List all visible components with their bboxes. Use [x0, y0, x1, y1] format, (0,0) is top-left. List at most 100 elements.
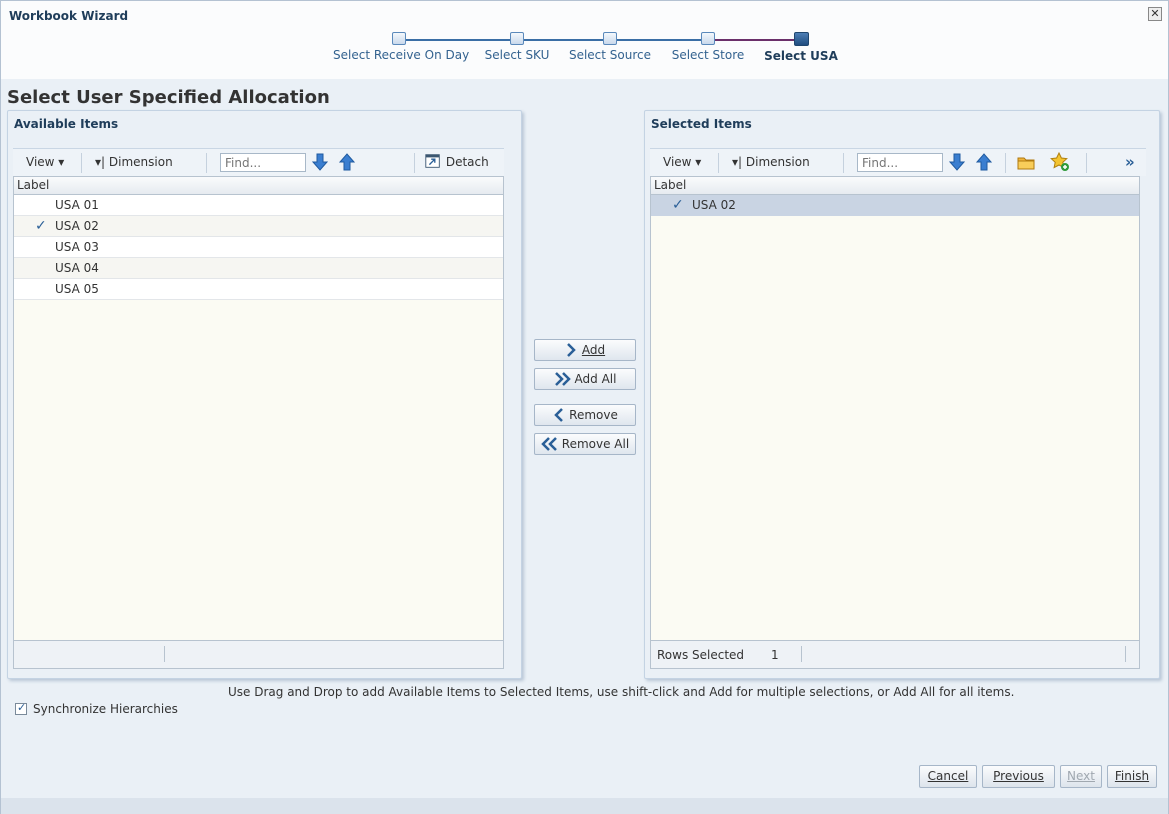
remove-all-label: Remove All	[561, 437, 630, 451]
toolbar-separator	[1005, 153, 1006, 173]
selected-items-panel: Selected Items View ▾ ▾| Dimension »	[644, 110, 1160, 679]
toolbar-separator	[414, 153, 415, 173]
toolbar-separator	[1086, 153, 1087, 173]
cancel-button[interactable]: Cancel	[919, 765, 977, 788]
chevron-left-double-icon	[541, 437, 557, 451]
instruction-text: Use Drag and Drop to add Available Items…	[228, 685, 1015, 699]
table-row[interactable]: USA 05	[14, 279, 503, 300]
next-label: Next	[1067, 769, 1095, 783]
add-label: Add	[581, 343, 606, 357]
dialog-footer-strip	[1, 798, 1168, 814]
remove-all-button[interactable]: Remove All	[534, 433, 636, 455]
workbook-wizard-dialog: Workbook Wizard ✕ Select Receive On Day …	[0, 0, 1169, 814]
selected-rows: ✓ USA 02	[651, 195, 1139, 216]
remove-button[interactable]: Remove	[534, 404, 636, 426]
toolbar-separator	[206, 153, 207, 173]
column-header-label[interactable]: Label	[651, 177, 1139, 195]
row-label: USA 03	[55, 240, 99, 254]
arrow-up-icon[interactable]	[974, 152, 994, 172]
detach-button[interactable]: Detach	[424, 152, 489, 170]
synchronize-hierarchies-checkbox[interactable]	[15, 701, 27, 715]
selected-table-footer: Rows Selected 1	[651, 640, 1139, 668]
dimension-label: Dimension	[745, 155, 810, 169]
selected-toolbar: View ▾ ▾| Dimension »	[650, 148, 1146, 176]
available-rows: USA 01 ✓ USA 02 USA 03 USA 04 USA 05	[14, 195, 503, 300]
wizard-train: Select Receive On Day Select SKU Select …	[1, 29, 1168, 79]
dimension-dropdown-icon: ▾|	[95, 155, 106, 169]
train-stop-label: Select SKU	[484, 48, 550, 62]
folder-icon[interactable]	[1016, 152, 1036, 172]
table-row[interactable]: ✓ USA 02	[651, 195, 1139, 216]
checkmark-icon: ✓	[35, 218, 47, 234]
chevron-right-icon	[566, 343, 576, 357]
available-items-title: Available Items	[14, 117, 119, 131]
view-menu[interactable]: View ▾	[26, 155, 64, 169]
rows-selected-count: 1	[771, 648, 779, 662]
train-stop-label: Select USA	[764, 49, 838, 63]
available-items-table: Label USA 01 ✓ USA 02 USA 03 USA 04 USA 05	[13, 176, 504, 669]
title-bar: Workbook Wizard ✕	[1, 1, 1168, 31]
available-toolbar: View ▾ ▾| Dimension Detach	[13, 148, 504, 176]
find-input[interactable]	[857, 153, 943, 172]
previous-label: Previous	[993, 769, 1044, 783]
detach-label: Detach	[445, 155, 489, 169]
dimension-label: Dimension	[108, 155, 173, 169]
available-items-panel: Available Items View ▾ ▾| Dimension Deta…	[7, 110, 522, 679]
selected-items-table: Label ✓ USA 02 Rows Selected 1	[650, 176, 1140, 669]
synchronize-hierarchies-option[interactable]: Synchronize Hierarchies	[15, 701, 178, 716]
train-stop-icon	[510, 32, 524, 45]
train-stop-current-icon	[793, 32, 809, 46]
train-stop-receive-on-day[interactable]: Select Receive On Day	[333, 29, 470, 62]
dimension-menu[interactable]: ▾| Dimension	[732, 155, 810, 169]
footer-separator	[801, 646, 802, 662]
rows-selected-label: Rows Selected	[657, 648, 745, 662]
next-button: Next	[1060, 765, 1102, 788]
more-icon[interactable]: »	[1125, 153, 1135, 171]
table-row[interactable]: USA 01	[14, 195, 503, 216]
train-stop-icon	[392, 32, 406, 45]
row-label: USA 04	[55, 261, 99, 275]
detach-icon	[425, 154, 440, 168]
finish-button[interactable]: Finish	[1107, 765, 1157, 788]
train-stop-source[interactable]: Select Source	[567, 29, 653, 62]
add-all-label: Add All	[574, 372, 617, 386]
row-label: USA 02	[692, 198, 736, 212]
footer-separator	[164, 646, 165, 662]
chevron-right-double-icon	[554, 372, 571, 386]
arrow-up-icon[interactable]	[337, 152, 357, 172]
column-header-label[interactable]: Label	[14, 177, 503, 195]
chevron-left-icon	[554, 408, 564, 422]
dimension-menu[interactable]: ▾| Dimension	[95, 155, 173, 169]
previous-button[interactable]: Previous	[982, 765, 1055, 788]
view-menu[interactable]: View ▾	[663, 155, 701, 169]
train-stop-icon	[603, 32, 617, 45]
train-stop-label: Select Store	[671, 48, 745, 62]
add-all-button[interactable]: Add All	[534, 368, 636, 390]
row-label: USA 05	[55, 282, 99, 296]
checkmark-icon: ✓	[672, 197, 684, 213]
row-label: USA 02	[55, 219, 99, 233]
toolbar-separator	[81, 153, 82, 173]
train-stop-usa: Select USA	[763, 29, 839, 63]
table-row[interactable]: ✓ USA 02	[14, 216, 503, 237]
add-button[interactable]: Add	[534, 339, 636, 361]
remove-label: Remove	[569, 408, 618, 422]
train-stop-icon	[701, 32, 715, 45]
star-add-icon[interactable]	[1050, 151, 1070, 172]
arrow-down-icon[interactable]	[947, 152, 967, 172]
cancel-label: Cancel	[927, 769, 969, 783]
train-stop-store[interactable]: Select Store	[667, 29, 749, 62]
synchronize-hierarchies-label: Synchronize Hierarchies	[33, 702, 178, 716]
train-stop-label: Select Receive On Day	[333, 48, 470, 62]
find-input[interactable]	[220, 153, 306, 172]
finish-label: Finish	[1114, 769, 1150, 783]
available-table-footer	[14, 640, 503, 668]
close-icon[interactable]: ✕	[1148, 7, 1162, 21]
arrow-down-icon[interactable]	[310, 152, 330, 172]
footer-separator	[1125, 646, 1126, 662]
selected-items-title: Selected Items	[651, 117, 752, 131]
table-row[interactable]: USA 04	[14, 258, 503, 279]
toolbar-separator	[718, 153, 719, 173]
train-stop-sku[interactable]: Select SKU	[479, 29, 555, 62]
table-row[interactable]: USA 03	[14, 237, 503, 258]
